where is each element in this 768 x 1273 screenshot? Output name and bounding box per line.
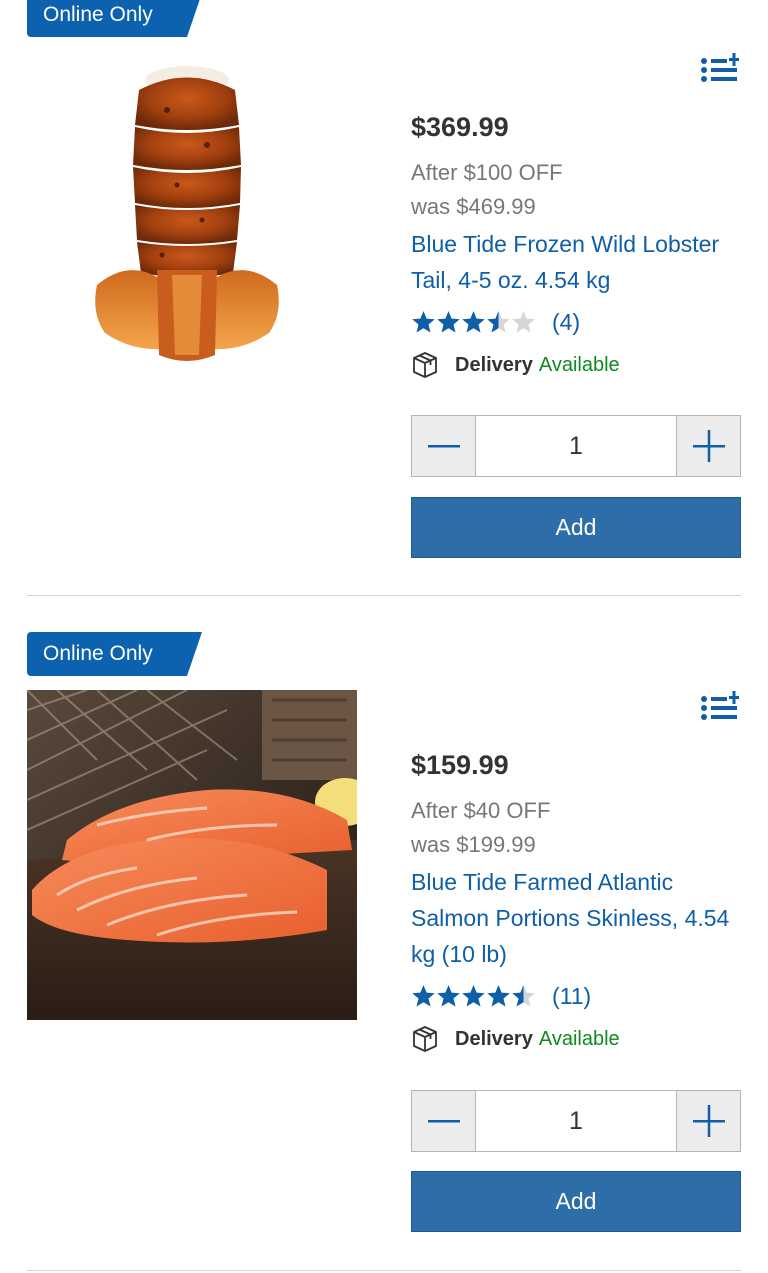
package-icon [413, 1026, 437, 1052]
delivery-label: Delivery [455, 353, 533, 376]
review-count-link[interactable]: (11) [552, 983, 591, 1010]
star-full-icon [437, 985, 460, 1007]
increase-quantity-button[interactable] [677, 1091, 740, 1151]
add-to-cart-button[interactable]: Add [411, 497, 741, 558]
minus-icon [427, 1120, 460, 1123]
quantity-input[interactable]: 1 [475, 416, 677, 476]
plus-icon [692, 430, 725, 462]
quantity-stepper: 1 [411, 1090, 741, 1152]
delivery-availability: Available [538, 353, 620, 376]
rating: (11) [411, 976, 741, 1016]
was-price: was $469.99 [411, 194, 536, 219]
star-empty-icon [512, 311, 535, 333]
product-info: $159.99 After $40 OFF was $199.99 Blue T… [411, 748, 741, 1056]
delivery-status: Delivery Available [411, 348, 741, 382]
product-title-link[interactable]: Blue Tide Farmed Atlantic Salmon Portion… [411, 864, 741, 972]
salmon-portions-image[interactable] [27, 690, 357, 1020]
delivery-availability: Available [538, 1027, 620, 1050]
decrease-quantity-button[interactable] [412, 1091, 475, 1151]
star-full-icon [437, 311, 460, 333]
online-only-badge: Online Only [27, 0, 202, 37]
promo-text: After $40 OFF [411, 798, 551, 823]
online-only-badge: Online Only [27, 632, 202, 676]
add-to-list-icon[interactable] [699, 688, 741, 724]
add-to-cart-button[interactable]: Add [411, 1171, 741, 1232]
decrease-quantity-button[interactable] [412, 416, 475, 476]
star-rating [411, 984, 536, 1008]
star-full-icon [487, 985, 510, 1007]
delivery-label: Delivery [455, 1027, 533, 1050]
increase-quantity-button[interactable] [677, 416, 740, 476]
review-count-link[interactable]: (4) [552, 309, 580, 336]
promo-text: After $100 OFF [411, 160, 563, 185]
divider [27, 595, 741, 596]
quantity-input[interactable]: 1 [475, 1091, 677, 1151]
star-half-icon [512, 985, 535, 1007]
star-full-icon [462, 985, 485, 1007]
lobster-tail-image[interactable] [27, 55, 357, 385]
package-icon [413, 352, 437, 378]
add-to-list-icon[interactable] [699, 50, 741, 86]
plus-icon [692, 1105, 725, 1137]
star-full-icon [412, 985, 435, 1007]
divider [27, 1270, 741, 1271]
delivery-status: Delivery Available [411, 1022, 741, 1056]
star-half-icon [487, 311, 510, 333]
was-price: was $199.99 [411, 832, 536, 857]
product-info: $369.99 After $100 OFF was $469.99 Blue … [411, 110, 741, 382]
product-list: Online Only $369.99 After $100 OFF was $… [0, 0, 768, 1273]
star-full-icon [412, 311, 435, 333]
star-rating [411, 310, 536, 334]
minus-icon [427, 445, 460, 448]
price: $159.99 [411, 750, 509, 780]
quantity-stepper: 1 [411, 415, 741, 477]
price: $369.99 [411, 112, 509, 142]
rating: (4) [411, 302, 741, 342]
product-title-link[interactable]: Blue Tide Frozen Wild Lobster Tail, 4-5 … [411, 226, 741, 298]
star-full-icon [462, 311, 485, 333]
